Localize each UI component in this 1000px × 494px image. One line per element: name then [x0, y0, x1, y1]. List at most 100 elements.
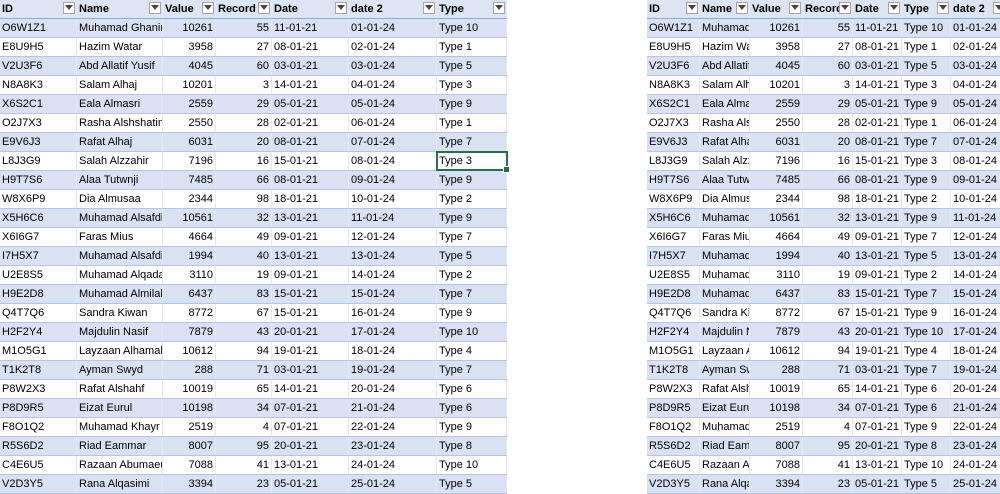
table-cell[interactable]: 01-01-24 [951, 19, 1000, 37]
table-cell[interactable]: Faras Mius [77, 228, 163, 246]
table-cell[interactable]: 41 [803, 456, 853, 474]
table-cell[interactable]: 03-01-21 [853, 57, 902, 75]
table-cell[interactable]: 4664 [163, 228, 216, 246]
table-cell[interactable]: 43 [803, 323, 853, 341]
table-cell[interactable]: 09-01-21 [853, 228, 902, 246]
table-cell[interactable]: 13-01-21 [272, 247, 349, 265]
table-cell[interactable]: Rafat Alshahf [77, 380, 163, 398]
table-cell[interactable]: Type 1 [902, 114, 951, 132]
table-cell[interactable]: 7485 [163, 171, 216, 189]
table-cell[interactable]: Muhamad Alqadah [700, 266, 750, 284]
table-cell[interactable]: Type 4 [437, 342, 507, 360]
table-cell[interactable]: 34 [803, 399, 853, 417]
table-cell[interactable]: 10201 [750, 76, 803, 94]
table-cell[interactable]: Q4T7Q6 [647, 304, 700, 322]
table-cell[interactable]: 17-01-24 [349, 323, 437, 341]
table-cell[interactable]: 22-01-24 [951, 418, 1000, 436]
filter-dropdown-icon[interactable] [686, 2, 698, 14]
table-cell[interactable]: Sandra Kiwan [77, 304, 163, 322]
table-cell[interactable]: Type 5 [902, 247, 951, 265]
table-cell[interactable]: 10019 [750, 380, 803, 398]
table-cell[interactable]: P8D9R5 [0, 399, 77, 417]
table-cell[interactable]: 24-01-24 [349, 456, 437, 474]
table-cell[interactable]: Rasha Alshshatim [77, 114, 163, 132]
table-cell[interactable]: 08-01-21 [272, 171, 349, 189]
table-cell[interactable]: 14-01-24 [951, 266, 1000, 284]
table-cell[interactable]: 2519 [750, 418, 803, 436]
table-cell[interactable]: 2559 [163, 95, 216, 113]
table-cell[interactable]: P8D9R5 [647, 399, 700, 417]
table-cell[interactable]: 2559 [750, 95, 803, 113]
table-cell[interactable]: 8007 [750, 437, 803, 455]
table-cell[interactable]: Alaa Tutwnji [77, 171, 163, 189]
table-cell[interactable]: 6031 [750, 133, 803, 151]
table-cell[interactable]: 34 [216, 399, 272, 417]
table-cell[interactable]: Riad Eammar [700, 437, 750, 455]
column-header[interactable]: Name [77, 0, 163, 18]
table-cell[interactable]: H9E2D8 [647, 285, 700, 303]
column-header[interactable]: Date [272, 0, 349, 18]
table-cell[interactable]: 4664 [750, 228, 803, 246]
table-cell[interactable]: Riad Eammar [77, 437, 163, 455]
table-cell[interactable]: 16-01-24 [349, 304, 437, 322]
table-cell[interactable]: E8U9H5 [0, 38, 77, 56]
table-cell[interactable]: Type 3 [437, 152, 507, 170]
table-cell[interactable]: U2E8S5 [0, 266, 77, 284]
table-cell[interactable]: Razaan Abumaeur [700, 456, 750, 474]
table-cell[interactable]: W8X6P9 [647, 190, 700, 208]
column-header[interactable]: date 2 [349, 0, 437, 18]
table-cell[interactable]: Type 3 [902, 76, 951, 94]
table-cell[interactable]: L8J3G9 [0, 152, 77, 170]
table-cell[interactable]: 40 [803, 247, 853, 265]
filter-dropdown-icon[interactable] [789, 2, 801, 14]
table-cell[interactable]: 14-01-21 [853, 76, 902, 94]
table-cell[interactable]: 09-01-24 [349, 171, 437, 189]
table-cell[interactable]: 15-01-21 [272, 152, 349, 170]
table-cell[interactable]: Type 6 [437, 399, 507, 417]
table-cell[interactable]: 10561 [750, 209, 803, 227]
table-cell[interactable]: Type 8 [902, 437, 951, 455]
filter-dropdown-icon[interactable] [993, 2, 1000, 14]
table-cell[interactable]: 6437 [750, 285, 803, 303]
table-cell[interactable]: 09-01-21 [853, 266, 902, 284]
table-cell[interactable]: Type 7 [902, 228, 951, 246]
table-cell[interactable]: Type 8 [437, 437, 507, 455]
column-header[interactable]: date 2 [951, 0, 1000, 18]
table-cell[interactable]: 19-01-21 [853, 342, 902, 360]
column-header[interactable]: Value [163, 0, 216, 18]
table-cell[interactable]: Type 9 [437, 171, 507, 189]
table-cell[interactable]: Type 9 [902, 171, 951, 189]
table-cell[interactable]: Type 3 [437, 76, 507, 94]
table-cell[interactable]: 2344 [163, 190, 216, 208]
table-cell[interactable]: Type 9 [437, 95, 507, 113]
table-cell[interactable]: R5S6D2 [647, 437, 700, 455]
table-cell[interactable]: Type 10 [902, 456, 951, 474]
table-cell[interactable]: Type 5 [902, 475, 951, 493]
table-cell[interactable]: 08-01-24 [951, 152, 1000, 170]
table-cell[interactable]: E9V6J3 [0, 133, 77, 151]
table-cell[interactable]: 7088 [163, 456, 216, 474]
table-cell[interactable]: Majdulin Nasif [77, 323, 163, 341]
table-cell[interactable]: Dia Almusaa [700, 190, 750, 208]
table-cell[interactable]: 08-01-24 [349, 152, 437, 170]
table-cell[interactable]: 66 [216, 171, 272, 189]
table-cell[interactable]: 18-01-24 [951, 342, 1000, 360]
table-cell[interactable]: 15-01-24 [349, 285, 437, 303]
table-cell[interactable]: 71 [803, 361, 853, 379]
table-cell[interactable]: Abd Allatif Yusif [77, 57, 163, 75]
column-header[interactable]: Record [803, 0, 853, 18]
table-cell[interactable]: 2550 [163, 114, 216, 132]
table-cell[interactable]: 71 [216, 361, 272, 379]
table-cell[interactable]: 20 [803, 133, 853, 151]
table-cell[interactable]: T1K2T8 [0, 361, 77, 379]
table-cell[interactable]: I7H5X7 [0, 247, 77, 265]
table-cell[interactable]: 13-01-21 [272, 209, 349, 227]
table-cell[interactable]: 08-01-21 [853, 133, 902, 151]
table-cell[interactable]: 11-01-21 [853, 19, 902, 37]
table-cell[interactable]: 05-01-24 [349, 95, 437, 113]
table-cell[interactable]: 83 [803, 285, 853, 303]
table-cell[interactable]: 10-01-24 [349, 190, 437, 208]
table-cell[interactable]: 10-01-24 [951, 190, 1000, 208]
table-cell[interactable]: N8A8K3 [0, 76, 77, 94]
table-cell[interactable]: 24-01-24 [951, 456, 1000, 474]
